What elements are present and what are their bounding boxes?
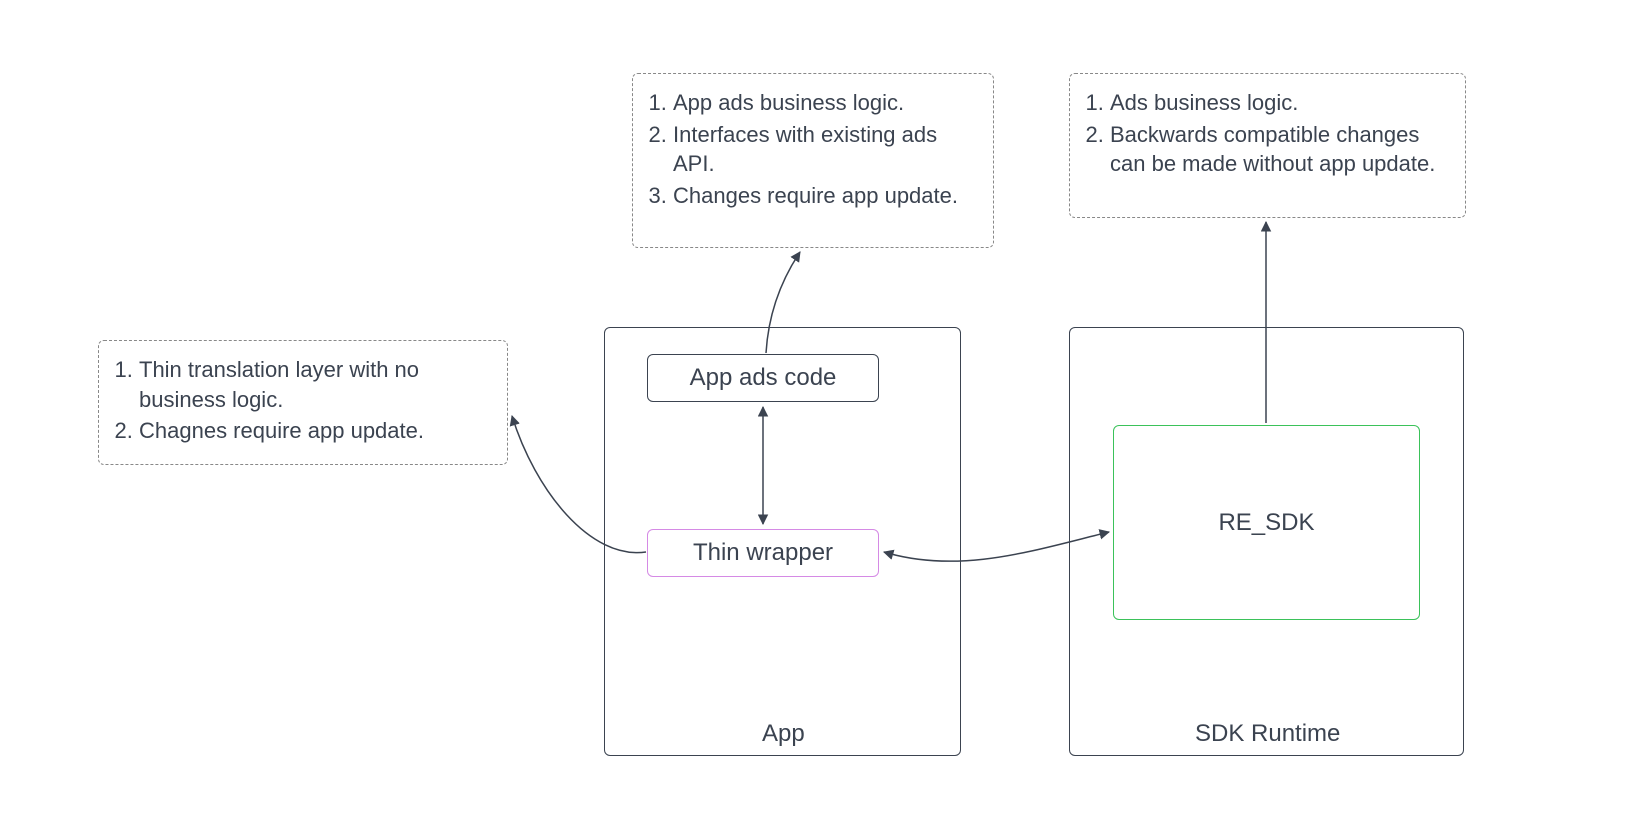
- diagram-canvas: Thin translation layer with no business …: [0, 0, 1629, 831]
- connectors: [0, 0, 1629, 831]
- connector-wrapper-to-resdk: [884, 532, 1109, 561]
- connector-wrapper-to-annotation: [512, 416, 646, 553]
- connector-ads-to-annotation: [766, 252, 800, 353]
